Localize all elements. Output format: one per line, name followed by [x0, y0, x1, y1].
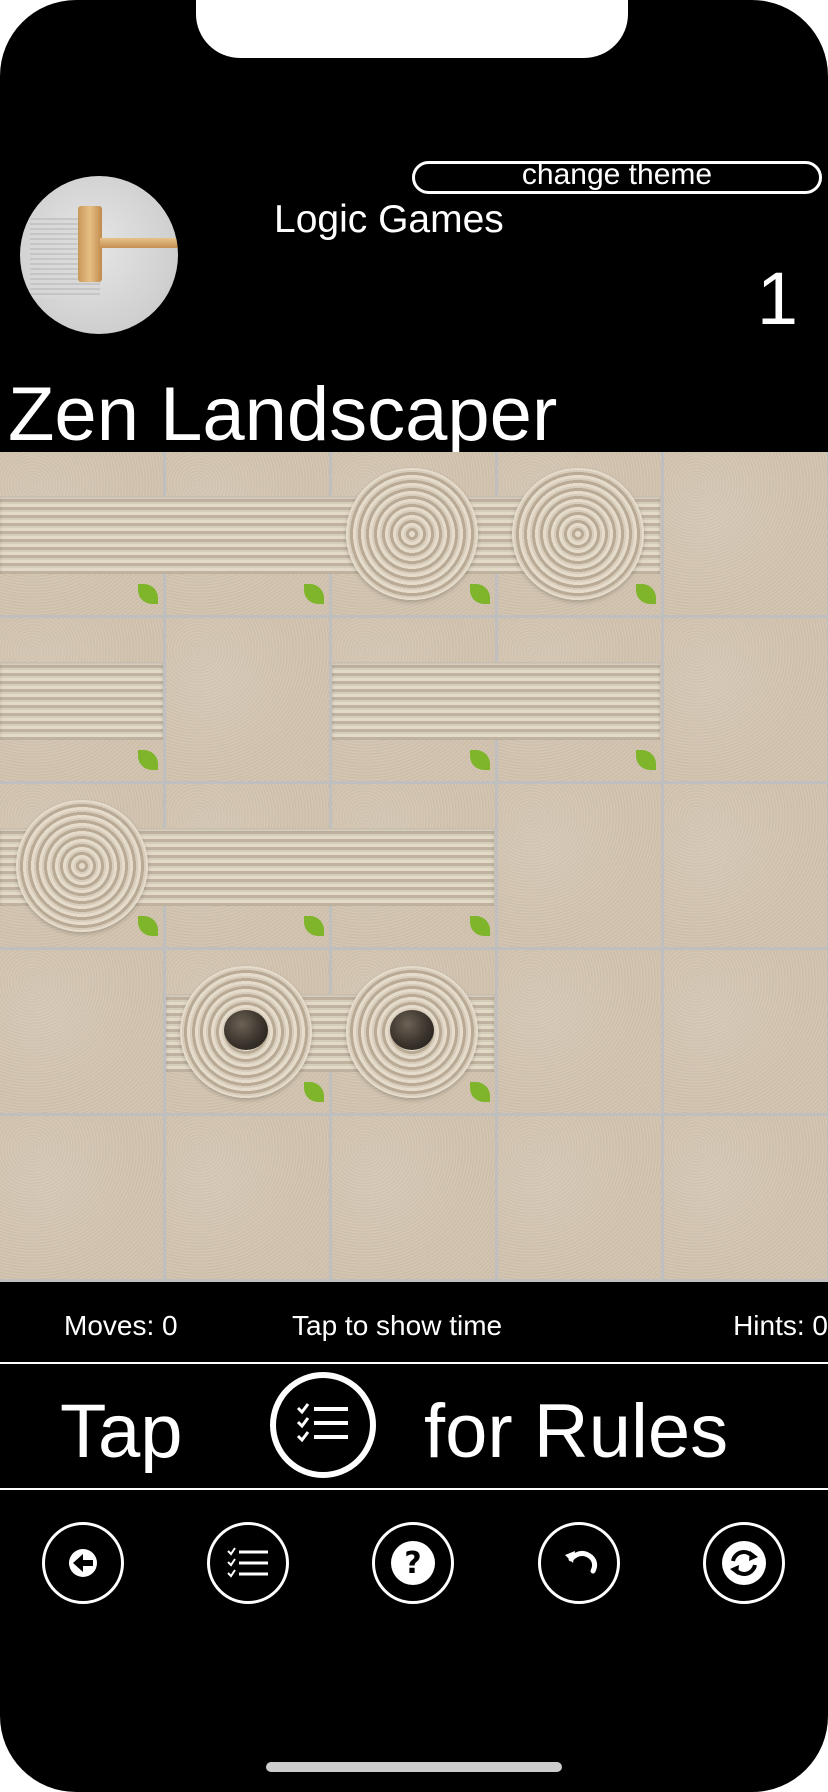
board-cell[interactable] — [664, 784, 828, 950]
sand-ring — [512, 468, 644, 600]
board-cell[interactable] — [0, 950, 166, 1116]
board-cell[interactable] — [664, 452, 828, 618]
home-indicator[interactable] — [266, 1762, 562, 1772]
rules-tap-text: Tap — [60, 1389, 183, 1474]
timer-toggle[interactable]: Tap to show time — [292, 1310, 502, 1342]
sand-ring — [16, 800, 148, 932]
app-screen: change theme Logic Games 1 Zen Landscape… — [0, 0, 828, 1792]
device-notch — [196, 0, 628, 58]
stone-with-rings — [346, 966, 478, 1098]
game-title: Zen Landscaper — [8, 372, 558, 457]
help-button[interactable]: ? — [372, 1522, 454, 1604]
app-name: Logic Games — [274, 198, 504, 241]
board-cell[interactable] — [498, 784, 664, 950]
stone-icon — [390, 1010, 434, 1050]
back-arrow-icon — [69, 1549, 97, 1577]
board-cell[interactable] — [0, 1116, 166, 1282]
board-cell[interactable] — [664, 618, 828, 784]
refresh-icon — [722, 1541, 766, 1585]
app-avatar — [20, 176, 178, 334]
board-cell[interactable] — [664, 950, 828, 1116]
board-cell[interactable] — [498, 1116, 664, 1282]
svg-text:?: ? — [404, 1546, 421, 1581]
undo-button[interactable] — [538, 1522, 620, 1604]
level-number: 1 — [756, 257, 798, 340]
moves-counter: Moves: 0 — [64, 1310, 178, 1341]
stone-icon — [224, 1010, 268, 1050]
back-button[interactable] — [42, 1522, 124, 1604]
hints-counter: Hints: 0 — [733, 1310, 828, 1341]
stone-with-rings — [180, 966, 312, 1098]
change-theme-button[interactable]: change theme — [412, 161, 822, 194]
rules-button[interactable] — [207, 1522, 289, 1604]
sand-ring — [346, 468, 478, 600]
board-cell[interactable] — [166, 618, 332, 784]
restart-button[interactable] — [703, 1522, 785, 1604]
board-cell[interactable] — [498, 950, 664, 1116]
board-cell[interactable] — [332, 1116, 498, 1282]
raked-path — [332, 662, 660, 740]
rules-list-icon — [270, 1372, 376, 1478]
question-icon: ? — [391, 1541, 435, 1585]
raked-path — [0, 662, 163, 740]
rake-handle — [100, 238, 178, 248]
rules-list-icon — [227, 1547, 268, 1578]
rules-banner[interactable]: Tap for Rules — [0, 1362, 828, 1490]
rake-icon — [78, 206, 102, 282]
rules-text: for Rules — [424, 1389, 729, 1474]
board-cell[interactable] — [166, 1116, 332, 1282]
undo-icon — [565, 1551, 598, 1574]
game-board[interactable] — [0, 452, 828, 1282]
board-cell[interactable] — [664, 1116, 828, 1282]
